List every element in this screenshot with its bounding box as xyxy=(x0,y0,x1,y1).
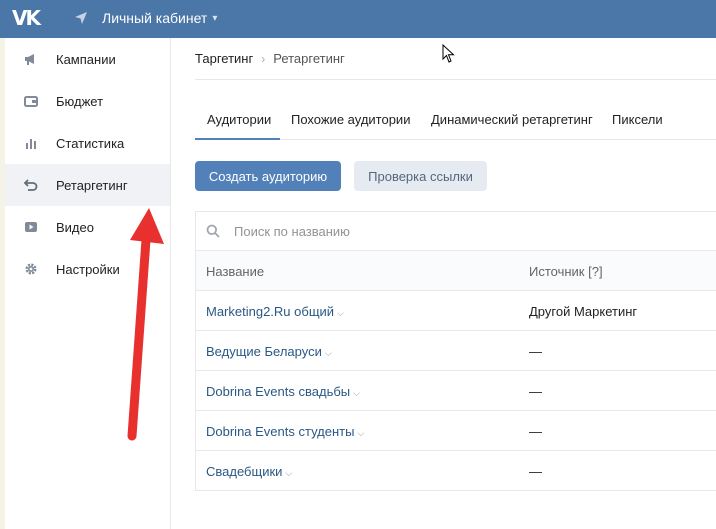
table-header: Название Источник [?] xyxy=(196,251,716,291)
check-link-button[interactable]: Проверка ссылки xyxy=(354,161,487,191)
retarget-icon xyxy=(23,178,39,192)
divider xyxy=(195,79,716,80)
audience-name: Ведущие Беларуси xyxy=(206,344,322,359)
tab-lookalike[interactable]: Похожие аудитории xyxy=(291,112,410,127)
audience-name: Marketing2.Ru общий xyxy=(206,304,335,319)
audience-name-link[interactable]: Marketing2.Ru общий ⌵ xyxy=(206,304,344,319)
breadcrumb-current: Ретаргетинг xyxy=(273,51,345,66)
bar-chart-icon xyxy=(23,136,39,150)
column-header-name[interactable]: Название xyxy=(206,264,264,279)
navigation-arrow-icon[interactable] xyxy=(74,11,88,25)
search-icon xyxy=(206,224,220,238)
audience-source: — xyxy=(529,344,542,359)
chevron-right-icon: › xyxy=(261,51,266,66)
mouse-cursor-icon xyxy=(442,44,455,63)
sidebar-item-budget[interactable]: Бюджет xyxy=(5,80,170,122)
wallet-icon xyxy=(23,94,39,108)
chevron-down-icon: ⌵ xyxy=(285,468,293,478)
table-row: Ведущие Беларуси ⌵ — xyxy=(196,331,716,371)
audience-source: — xyxy=(529,424,542,439)
audience-source: — xyxy=(529,464,542,479)
tab-bar: Аудитории Похожие аудитории Динамический… xyxy=(195,100,716,140)
top-header: VK Личный кабинет ▾ xyxy=(0,0,716,38)
audience-name: Dobrina Events свадьбы xyxy=(206,384,351,399)
tab-audiences[interactable]: Аудитории xyxy=(207,112,271,127)
audience-source: Другой Маркетинг xyxy=(529,304,638,319)
audience-source: — xyxy=(529,384,542,399)
search-row[interactable]: Поиск по названию xyxy=(196,212,716,251)
chevron-down-icon: ⌵ xyxy=(357,428,365,438)
gear-icon xyxy=(23,262,39,276)
audiences-table: Поиск по названию Название Источник [?] … xyxy=(195,211,716,491)
vk-logo[interactable]: VK xyxy=(12,6,48,30)
annotation-arrow xyxy=(127,208,164,441)
sidebar-item-label: Видео xyxy=(56,220,94,235)
cabinet-menu[interactable]: Личный кабинет ▾ xyxy=(102,10,217,26)
tab-dynamic-retargeting[interactable]: Динамический ретаргетинг xyxy=(431,112,593,127)
table-row: Marketing2.Ru общий ⌵ Другой Маркетинг xyxy=(196,291,716,331)
breadcrumb: Таргетинг › Ретаргетинг xyxy=(195,51,345,66)
chevron-down-icon: ⌵ xyxy=(353,388,360,398)
active-tab-indicator xyxy=(195,138,280,140)
chevron-down-icon: ⌵ xyxy=(337,308,344,318)
megaphone-icon xyxy=(23,52,39,66)
audience-name-link[interactable]: Dobrina Events свадьбы ⌵ xyxy=(206,384,360,399)
audience-name: Свадебщики xyxy=(206,464,283,479)
cabinet-title: Личный кабинет xyxy=(102,10,208,26)
audience-name-link[interactable]: Свадебщики ⌵ xyxy=(206,464,292,479)
search-input[interactable]: Поиск по названию xyxy=(234,224,350,239)
sidebar-item-label: Настройки xyxy=(56,262,120,277)
table-row: Dobrina Events студенты ⌵ — xyxy=(196,411,716,451)
audience-name: Dobrina Events студенты xyxy=(206,424,355,439)
chevron-down-icon: ⌵ xyxy=(324,348,332,358)
sidebar-item-label: Бюджет xyxy=(56,94,104,109)
column-header-source[interactable]: Источник [?] xyxy=(529,264,603,279)
play-icon xyxy=(23,220,39,234)
sidebar-item-label: Ретаргетинг xyxy=(56,178,128,193)
create-audience-button[interactable]: Создать аудиторию xyxy=(195,161,341,191)
breadcrumb-root[interactable]: Таргетинг xyxy=(195,51,253,66)
audience-name-link[interactable]: Ведущие Беларуси ⌵ xyxy=(206,344,332,359)
table-row: Dobrina Events свадьбы ⌵ — xyxy=(196,371,716,411)
sidebar-item-statistics[interactable]: Статистика xyxy=(5,122,170,164)
sidebar-item-label: Кампании xyxy=(56,52,116,67)
sidebar-item-campaigns[interactable]: Кампании xyxy=(5,38,170,80)
sidebar-item-label: Статистика xyxy=(56,136,125,151)
table-row: Свадебщики ⌵ — xyxy=(196,451,716,491)
tab-pixels[interactable]: Пиксели xyxy=(612,112,663,127)
main-content: Таргетинг › Ретаргетинг Аудитории Похожи… xyxy=(171,38,716,529)
chevron-down-icon: ▾ xyxy=(212,12,218,24)
audience-name-link[interactable]: Dobrina Events студенты ⌵ xyxy=(206,424,364,439)
